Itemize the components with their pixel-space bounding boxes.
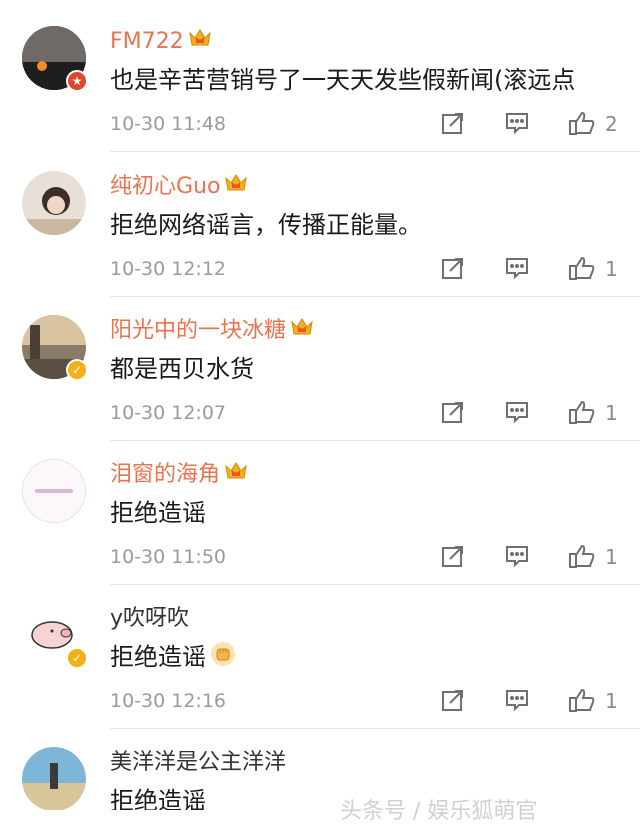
- crown-vip-icon: [224, 173, 248, 201]
- like-count: 1: [605, 401, 618, 425]
- username-text[interactable]: 泪窗的海角: [110, 462, 220, 487]
- verified-badge-icon: ★: [66, 70, 88, 92]
- forward-icon[interactable]: [440, 543, 466, 569]
- avatar[interactable]: [22, 459, 86, 523]
- divider: [110, 296, 640, 297]
- comment-item: 泪窗的海角 拒绝造谣 10-30 11:50 1: [0, 453, 640, 593]
- verified-badge-icon: ✓: [66, 647, 88, 669]
- username[interactable]: y吹呀吹: [110, 605, 189, 633]
- comment-item: ★ FM722 也是辛苦营销号了一天天发些假新闻(滚远点 10-30 11:48…: [0, 20, 640, 160]
- forward-icon[interactable]: [440, 399, 466, 425]
- username[interactable]: FM722: [110, 28, 212, 56]
- like-count: 1: [605, 689, 618, 713]
- comment-text: 拒绝网络谣言，传播正能量。: [110, 211, 422, 239]
- timestamp: 10-30 11:48: [110, 113, 227, 135]
- crown-vip-icon: [224, 461, 248, 489]
- username[interactable]: 美洋洋是公主洋洋: [110, 749, 286, 777]
- like-icon[interactable]: [568, 687, 596, 713]
- divider: [110, 440, 640, 441]
- comment-item: 纯初心Guo 拒绝网络谣言，传播正能量。 10-30 12:12 1: [0, 165, 640, 305]
- forward-icon[interactable]: [440, 110, 466, 136]
- comment-icon[interactable]: [504, 255, 530, 281]
- like-count: 1: [605, 545, 618, 569]
- comment-icon[interactable]: [504, 110, 530, 136]
- comment-actions: 1: [440, 255, 630, 283]
- timestamp: 10-30 12:07: [110, 402, 227, 424]
- username-text[interactable]: 纯初心Guo: [110, 174, 220, 199]
- comment-text: 拒绝造谣: [110, 787, 206, 810]
- forward-icon[interactable]: [440, 687, 466, 713]
- timestamp: 10-30 12:16: [110, 690, 227, 712]
- comment-text: 也是辛苦营销号了一天天发些假新闻(滚远点: [110, 66, 576, 94]
- timestamp: 10-30 12:12: [110, 258, 227, 280]
- avatar[interactable]: [22, 747, 86, 810]
- comment-actions: 1: [440, 687, 630, 715]
- comment-actions: 2: [440, 110, 630, 138]
- comment-actions: 1: [440, 543, 630, 571]
- watermark: 头条号 / 娱乐狐萌官: [340, 799, 538, 824]
- comment-text: 拒绝造谣: [110, 499, 206, 527]
- divider: [110, 151, 640, 152]
- crown-vip-icon: [290, 317, 314, 345]
- like-icon[interactable]: [568, 255, 596, 281]
- username[interactable]: 阳光中的一块冰糖: [110, 317, 314, 345]
- comment-icon[interactable]: [504, 543, 530, 569]
- username-text[interactable]: FM722: [110, 29, 184, 54]
- comment-item: ✓ 阳光中的一块冰糖 都是西贝水货 10-30 12:07 1: [0, 309, 640, 449]
- comment-icon[interactable]: [504, 687, 530, 713]
- verified-badge-icon: ✓: [66, 359, 88, 381]
- like-icon[interactable]: [568, 110, 596, 136]
- like-icon[interactable]: [568, 399, 596, 425]
- avatar[interactable]: [22, 171, 86, 235]
- like-icon[interactable]: [568, 543, 596, 569]
- comment-item: ✓ y吹呀吹 拒绝造谣 10-30 12:16 1: [0, 597, 640, 737]
- comment-icon[interactable]: [504, 399, 530, 425]
- username[interactable]: 泪窗的海角: [110, 461, 248, 489]
- fist-emoji-icon: [210, 641, 236, 675]
- username-text[interactable]: 阳光中的一块冰糖: [110, 318, 286, 343]
- crown-vip-icon: [188, 28, 212, 56]
- comment-text: 拒绝造谣: [110, 641, 236, 675]
- comment-text: 都是西贝水货: [110, 355, 254, 383]
- comment-text-content: 拒绝造谣: [110, 643, 206, 671]
- timestamp: 10-30 11:50: [110, 546, 227, 568]
- comment-item: 美洋洋是公主洋洋 拒绝造谣: [0, 741, 640, 810]
- comment-actions: 1: [440, 399, 630, 427]
- comment-feed: ★ FM722 也是辛苦营销号了一天天发些假新闻(滚远点 10-30 11:48…: [0, 0, 640, 824]
- divider: [110, 728, 640, 729]
- like-count: 2: [605, 112, 618, 136]
- divider: [110, 584, 640, 585]
- like-count: 1: [605, 257, 618, 281]
- forward-icon[interactable]: [440, 255, 466, 281]
- username[interactable]: 纯初心Guo: [110, 173, 248, 201]
